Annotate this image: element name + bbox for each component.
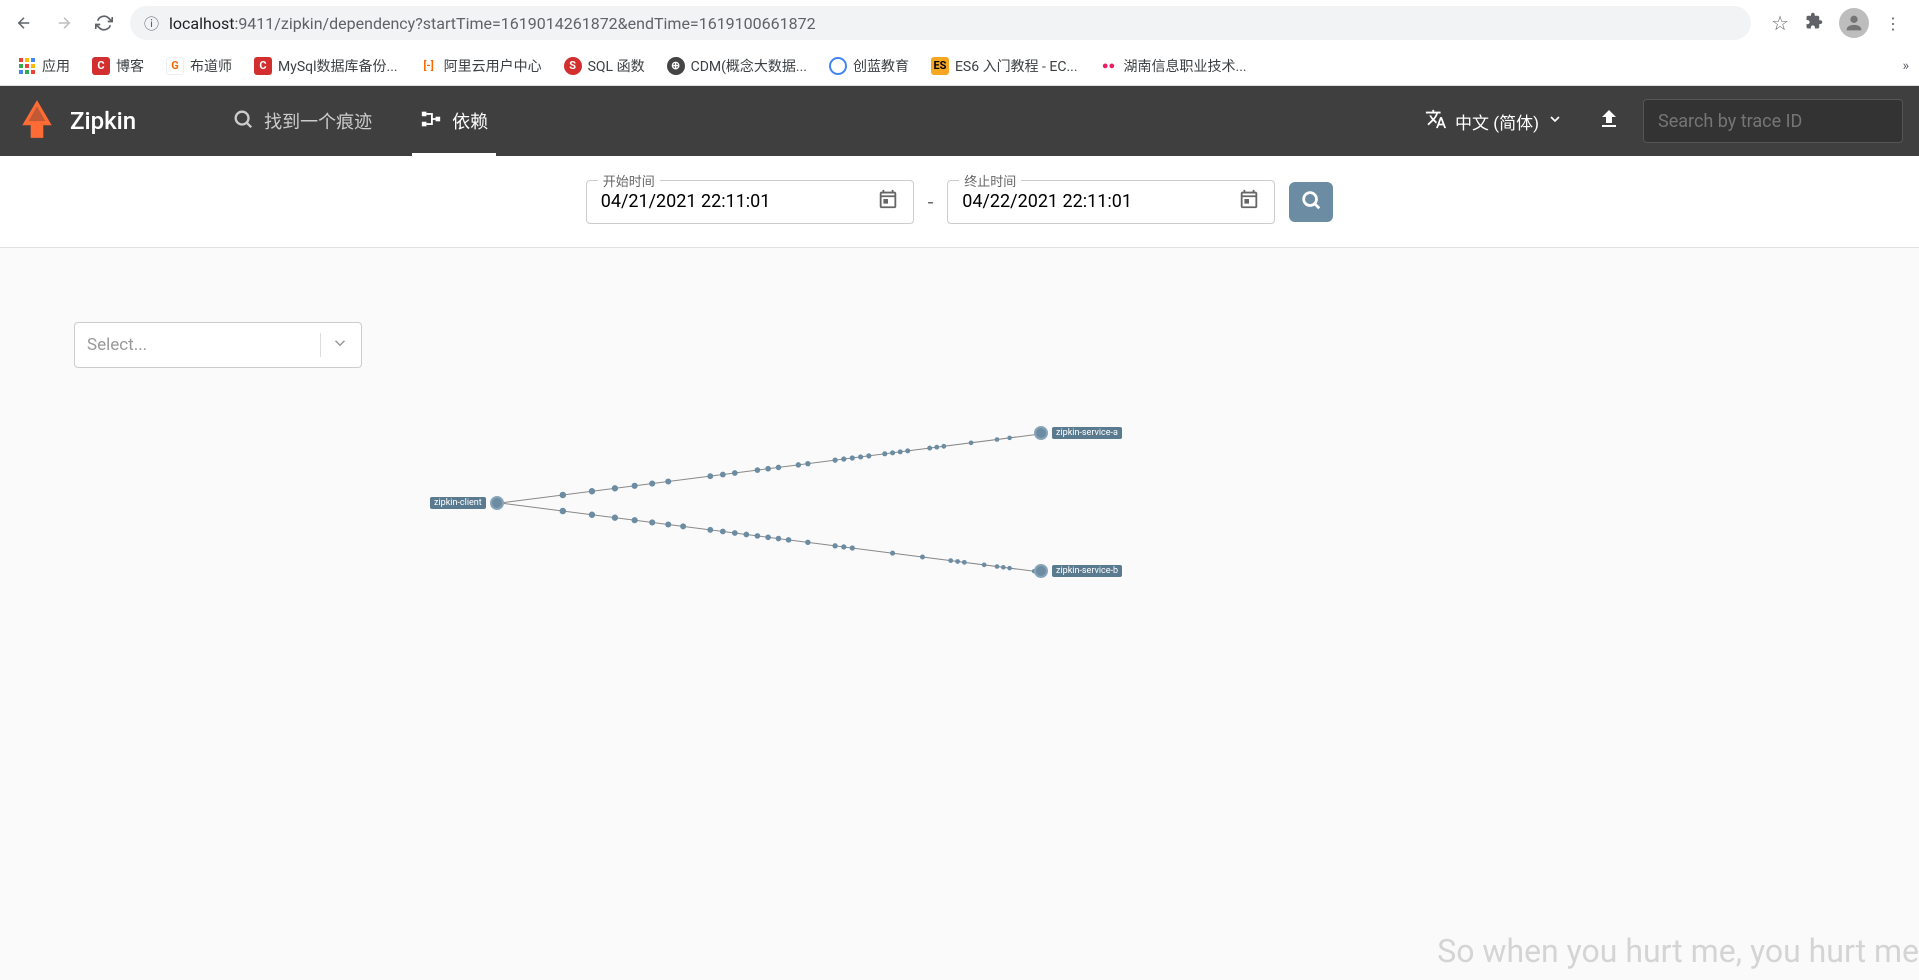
bookmark-item[interactable]: SSQL 函数 [556,52,653,80]
bookmark-item[interactable]: ⊕CDM(概念大数据... [659,52,815,80]
apps-label: 应用 [42,56,70,76]
bookmark-icon: C [92,57,110,75]
bookmark-icon: S [564,57,582,75]
bookmark-item[interactable]: ●●湖南信息职业技术... [1092,52,1255,80]
service-select[interactable]: Select... [74,322,362,368]
bookmark-icon: [-] [420,57,438,75]
menu-icon[interactable]: ⋮ [1885,14,1901,33]
star-icon[interactable]: ☆ [1771,11,1789,35]
bookmark-icon: ⊕ [667,57,685,75]
bookmark-icon: ES [931,57,949,75]
zipkin-header: Zipkin 找到一个痕迹 依赖 中文 (简体) [0,86,1919,156]
calendar-icon[interactable] [1238,188,1260,215]
chevron-down-icon [331,334,349,356]
upload-icon [1597,116,1621,135]
bookmark-icon: C [254,57,272,75]
node-circle-icon [1034,426,1048,440]
content-area: Select... zipkin-client zipkin-service-a… [0,248,1919,980]
browser-nav-bar: ⓘ localhost:9411/zipkin/dependency?start… [0,0,1919,46]
bookmark-item[interactable]: CMySql数据库备份... [246,52,406,80]
info-icon: ⓘ [144,13,159,34]
bookmark-item[interactable]: [-]阿里云用户中心 [412,52,550,80]
start-time-label: 开始时间 [598,171,660,190]
select-placeholder: Select... [87,335,310,355]
reload-button[interactable] [90,9,118,37]
tab-dependencies[interactable]: 依赖 [400,86,508,156]
end-time-label: 终止时间 [959,171,1021,190]
forward-button[interactable] [50,9,78,37]
dependency-graph[interactable] [430,428,1120,578]
zipkin-title: Zipkin [70,107,136,135]
address-bar[interactable]: ⓘ localhost:9411/zipkin/dependency?start… [130,6,1751,40]
node-zipkin-client[interactable]: zipkin-client [430,496,504,510]
search-icon [1300,189,1322,215]
search-trace-input[interactable] [1658,111,1888,132]
back-button[interactable] [10,9,38,37]
node-zipkin-service-a[interactable]: zipkin-service-a [1034,426,1122,440]
node-zipkin-service-b[interactable]: zipkin-service-b [1034,564,1122,578]
bookmark-item[interactable]: ESES6 入门教程 - EC... [923,52,1086,80]
search-icon [232,108,254,135]
extensions-icon[interactable] [1805,12,1823,34]
dependency-icon [420,108,442,135]
bookmark-item[interactable]: C博客 [84,52,152,80]
bookmark-item[interactable]: 创蓝教育 [821,52,917,80]
search-trace-field[interactable] [1643,99,1903,143]
date-filter-bar: 开始时间 - 终止时间 [0,156,1919,248]
bookmark-icon [829,57,847,75]
bookmark-icon: G [166,57,184,75]
language-picker[interactable]: 中文 (简体) [1413,108,1575,135]
node-circle-icon [1034,564,1048,578]
bookmark-item[interactable]: G布道师 [158,52,240,80]
date-separator: - [928,190,934,214]
node-circle-icon [490,496,504,510]
bookmarks-bar: 应用 C博客 G布道师 CMySql数据库备份... [-]阿里云用户中心 SS… [0,46,1919,86]
apps-button[interactable]: 应用 [10,52,78,80]
tab-find-trace[interactable]: 找到一个痕迹 [212,86,392,156]
profile-avatar[interactable] [1839,8,1869,38]
chevron-down-icon [1547,111,1563,132]
calendar-icon[interactable] [877,188,899,215]
upload-button[interactable] [1583,107,1635,135]
zipkin-logo-icon [16,98,58,144]
bookmarks-overflow[interactable]: » [1902,58,1909,74]
search-button[interactable] [1289,182,1333,222]
url-text: localhost:9411/zipkin/dependency?startTi… [169,14,816,33]
translate-icon [1425,108,1447,135]
bookmark-icon: ●● [1100,57,1118,75]
watermark-text: So when you hurt me, you hurt me [1437,932,1919,970]
zipkin-logo[interactable]: Zipkin [16,98,136,144]
apps-icon [18,57,36,75]
